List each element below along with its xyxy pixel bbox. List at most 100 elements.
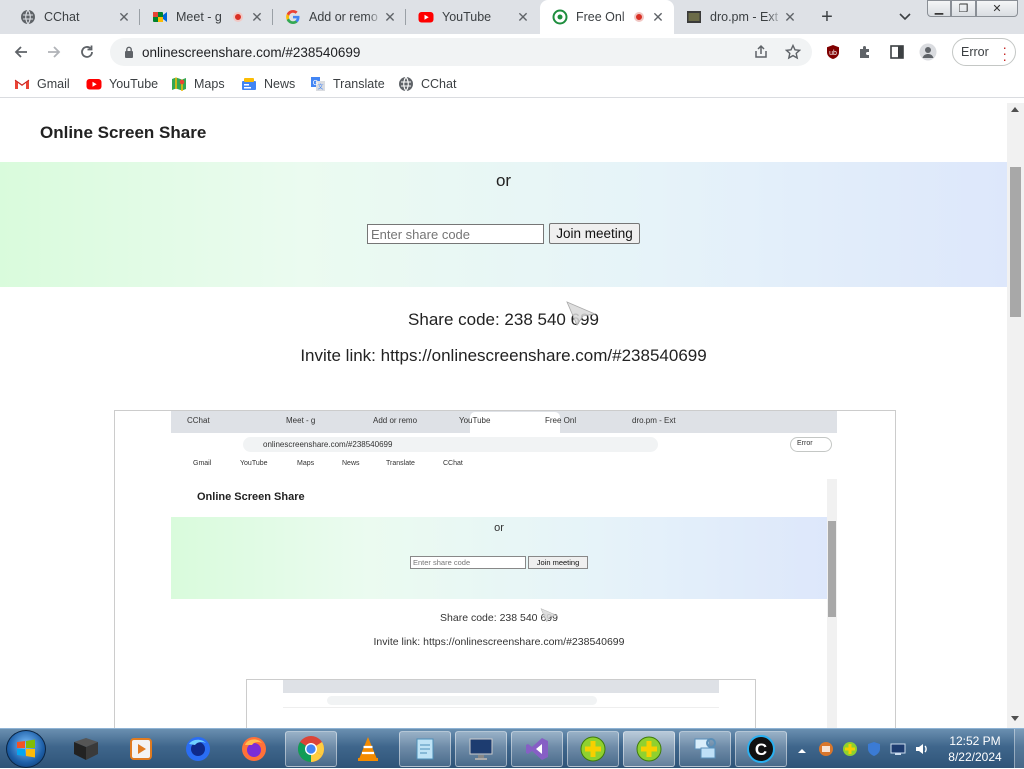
bookmark-cchat[interactable]: CChat <box>398 76 456 92</box>
scroll-up-arrow-icon[interactable] <box>1011 107 1019 112</box>
bookmark-translate[interactable]: G文 Translate <box>310 76 385 92</box>
preview-tab-title: CChat <box>187 416 210 425</box>
tab-close-icon[interactable]: ✕ <box>515 9 531 25</box>
tab-title: Meet - g <box>176 10 222 24</box>
bookmark-star-icon[interactable] <box>783 42 803 62</box>
side-panel-icon[interactable] <box>887 42 907 62</box>
remote-desktop-icon <box>469 738 493 760</box>
taskbar-terminal-app[interactable] <box>60 731 112 767</box>
globe-icon <box>399 76 413 92</box>
tab-close-icon[interactable]: ✕ <box>382 9 398 25</box>
tray-app-icon[interactable] <box>818 741 834 757</box>
bookmark-label: News <box>264 77 296 91</box>
preview-bookmark-label: Translate <box>386 460 415 467</box>
share-page-icon[interactable] <box>751 42 771 62</box>
show-hidden-icons-icon[interactable] <box>797 743 807 753</box>
taskbar-remote-desktop-app[interactable] <box>455 731 507 767</box>
back-arrow-icon <box>14 46 27 58</box>
tray-plus-icon[interactable] <box>842 741 858 757</box>
taskbar-firefox-app[interactable] <box>228 731 280 767</box>
share-code-text: Share code: 238 540 699 <box>408 310 599 329</box>
taskbar-chrome-app[interactable] <box>285 731 337 767</box>
preview-tab-title: YouTube <box>459 416 491 425</box>
ublock-extension-icon[interactable]: ub <box>823 42 843 62</box>
remote-pointer-cursor-icon <box>566 301 596 326</box>
profile-error-button[interactable]: Error · · · <box>952 38 1016 66</box>
svg-text:ub: ub <box>829 50 837 57</box>
system-clock[interactable]: 12:52 PM 8/22/2024 <box>940 733 1010 765</box>
restore-window-button[interactable]: ❐ <box>951 0 976 17</box>
back-button[interactable] <box>9 40 33 64</box>
preview-share-code: Share code: 238 540 699 <box>440 612 558 624</box>
gmail-icon <box>14 79 30 89</box>
windows-logo-icon <box>17 739 35 758</box>
bookmark-maps[interactable]: Maps <box>171 76 225 92</box>
address-bar[interactable]: onlinescreenshare.com/#238540699 <box>110 38 812 66</box>
preview-bookmark-label: CChat <box>443 460 463 467</box>
close-window-button[interactable]: ✕ <box>976 0 1018 17</box>
scrollbar-thumb[interactable] <box>1010 167 1021 317</box>
preview-tab-title: Meet - g <box>286 416 316 425</box>
preview-error-label: Error <box>790 437 832 452</box>
globe-icon <box>21 9 35 25</box>
extensions-puzzle-icon[interactable] <box>855 42 875 62</box>
bookmark-label: CChat <box>421 77 457 91</box>
preview-bookmark-label: Maps <box>297 460 315 467</box>
tab-meet[interactable]: Meet - g ✕ <box>140 0 273 34</box>
scroll-down-arrow-icon[interactable] <box>1011 716 1019 721</box>
taskbar-network-app[interactable] <box>679 731 731 767</box>
tab-close-icon[interactable]: ✕ <box>782 9 798 25</box>
tab-title: dro.pm - Ext <box>710 10 779 24</box>
tab-youtube[interactable]: YouTube ✕ <box>406 0 539 34</box>
show-desktop-button[interactable] <box>1014 729 1024 769</box>
taskbar-firefox-dev-app[interactable] <box>172 731 224 767</box>
maps-icon <box>172 77 186 91</box>
volume-icon[interactable] <box>914 741 930 757</box>
firefox-icon <box>242 737 266 761</box>
tab-close-icon[interactable]: ✕ <box>650 9 666 25</box>
reload-button[interactable] <box>75 40 99 64</box>
preview-tab-title: Free Onl <box>545 416 577 425</box>
tab-dro-pm[interactable]: dro.pm - Ext ✕ <box>674 0 806 34</box>
plus-app-icon <box>580 736 606 762</box>
bookmark-youtube[interactable]: YouTube <box>86 76 158 92</box>
tab-title: Add or remo <box>309 10 378 24</box>
minimize-window-button[interactable]: ▁ <box>927 0 951 17</box>
tray-shield-icon[interactable] <box>866 741 882 757</box>
taskbar-media-player-app[interactable] <box>115 731 167 767</box>
tab-add-or-remove[interactable]: Add or remo ✕ <box>273 0 406 34</box>
tab-close-icon[interactable]: ✕ <box>249 9 265 25</box>
taskbar-cchat-app[interactable]: C <box>735 731 787 767</box>
invite-link-text[interactable]: Invite link: https://onlinescreenshare.c… <box>0 346 1007 366</box>
page-scrollbar[interactable] <box>1007 103 1024 728</box>
terminal-app-icon <box>74 738 98 760</box>
taskbar-plus-app-active[interactable] <box>623 731 675 767</box>
start-button[interactable] <box>6 730 46 768</box>
taskbar-notepad-app[interactable] <box>399 731 451 767</box>
preview-tab-title: dro.pm - Ext <box>632 416 676 425</box>
tray-network-monitor-icon[interactable] <box>890 741 906 757</box>
new-tab-button[interactable]: + <box>815 5 839 29</box>
news-icon <box>242 78 256 90</box>
taskbar-plus-app[interactable] <box>567 731 619 767</box>
tab-search-chevron-icon[interactable] <box>895 7 915 27</box>
bookmark-news[interactable]: News <box>241 76 295 92</box>
preview-site-title: Online Screen Share <box>197 491 305 503</box>
taskbar-vlc-app[interactable] <box>342 731 394 767</box>
bookmark-gmail[interactable]: Gmail <box>14 76 70 92</box>
site-title[interactable]: Online Screen Share <box>40 123 206 143</box>
bookmark-label: Translate <box>333 77 385 91</box>
youtube-icon <box>418 12 434 23</box>
join-meeting-button[interactable]: Join meeting <box>549 223 640 244</box>
tab-free-online-screen-share[interactable]: Free Onl ✕ <box>540 0 674 34</box>
taskbar-visual-studio-app[interactable] <box>511 731 563 767</box>
share-code-input[interactable] <box>367 224 544 244</box>
forward-button[interactable] <box>42 40 66 64</box>
tab-title: Free Onl <box>576 10 625 24</box>
google-g-icon <box>286 10 300 24</box>
menu-kebab-icon: · · · <box>1002 39 1007 67</box>
tab-close-icon[interactable]: ✕ <box>116 9 132 25</box>
tab-cchat[interactable]: CChat ✕ <box>8 0 140 34</box>
profile-avatar-icon[interactable] <box>918 42 938 62</box>
preview-tab-title: Add or remo <box>373 416 418 425</box>
